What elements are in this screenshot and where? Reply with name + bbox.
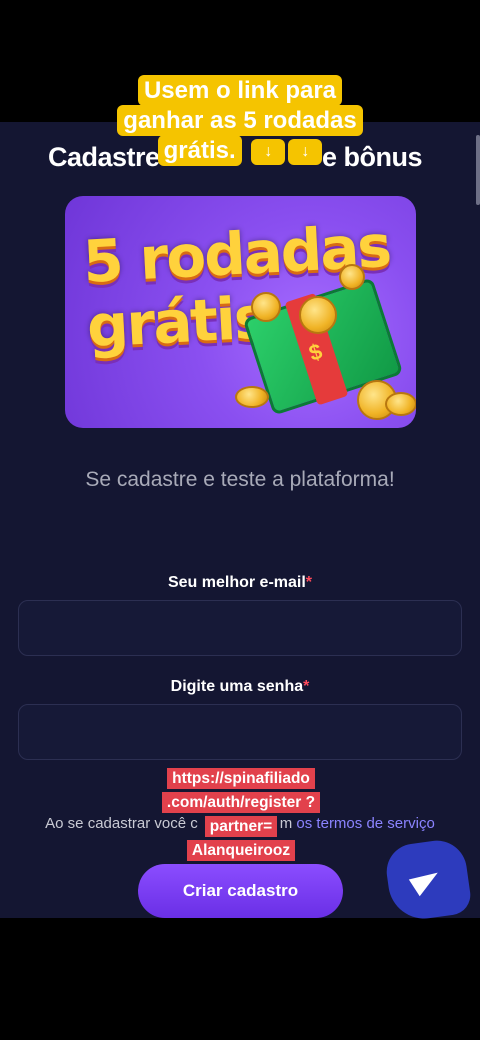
down-arrow-icon: ↓ xyxy=(251,138,286,165)
required-mark: * xyxy=(305,574,313,591)
password-label: Digite uma senha* xyxy=(0,678,480,696)
coin-icon xyxy=(235,386,269,408)
coin-icon xyxy=(299,296,337,334)
coin-icon xyxy=(339,264,365,290)
promo-banner: 5 rodadas grátis $ xyxy=(65,196,416,428)
create-account-button[interactable]: Criar cadastro xyxy=(138,864,343,918)
required-mark: * xyxy=(303,678,310,695)
down-arrow-icon: ↓ xyxy=(288,138,323,165)
overlay-caption: Usem o link para ganhar as 5 rodadas grá… xyxy=(102,75,378,166)
banner-line-2: grátis xyxy=(85,283,269,361)
paper-plane-icon xyxy=(408,864,444,897)
subtitle: Se cadastre e teste a plataforma! xyxy=(85,468,395,491)
email-label-text: Seu melhor e-mail xyxy=(167,574,306,591)
password-label-text: Digite uma senha xyxy=(170,678,304,695)
referral-link-text: https://spinafiliado .com/auth/register … xyxy=(161,768,321,861)
coin-icon xyxy=(251,292,281,322)
referral-link-overlay: https://spinafiliado .com/auth/register … xyxy=(161,767,321,863)
scrollbar[interactable] xyxy=(476,135,480,205)
overlay-caption-text: Usem o link para ganhar as 5 rodadas grá… xyxy=(117,75,363,166)
password-field[interactable] xyxy=(18,704,462,760)
email-label: Seu melhor e-mail* xyxy=(0,574,480,592)
email-field[interactable] xyxy=(18,600,462,656)
coin-icon xyxy=(385,392,416,416)
